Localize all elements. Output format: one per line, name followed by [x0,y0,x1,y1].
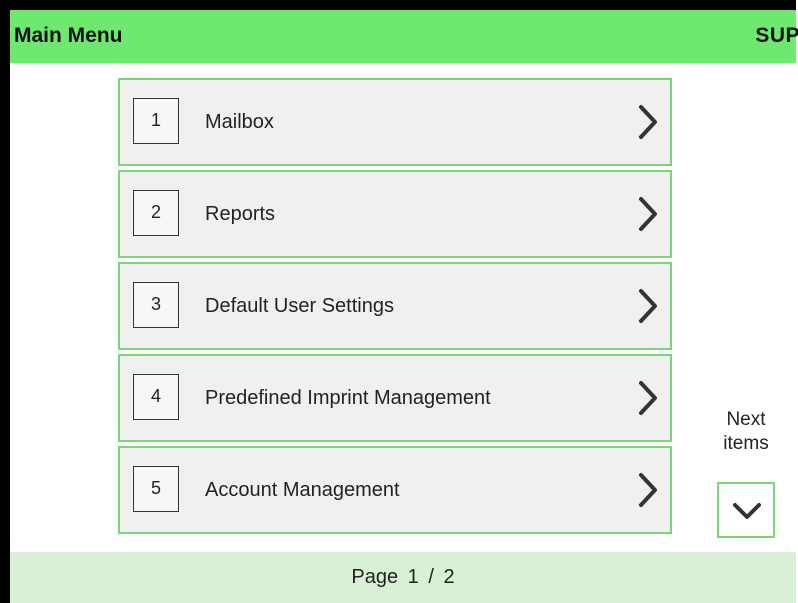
chevron-right-icon [639,381,657,415]
next-items-line2: items [723,433,769,454]
next-items-line1: Next [726,409,766,430]
menu-item-default-user-settings[interactable]: 3 Default User Settings [118,262,672,350]
menu-item-predefined-imprint-management[interactable]: 4 Predefined Imprint Management [118,354,672,442]
chevron-right-icon [639,289,657,323]
menu-item-label: Account Management [205,479,400,501]
header-bar: Main Menu SUP [10,10,798,63]
screen: Main Menu SUP 1 Mailbox 2 Reports 3 Defa… [0,0,798,603]
chevron-right-icon [639,473,657,507]
menu-item-number: 2 [133,190,179,236]
page-title: Main Menu [14,24,123,47]
menu-item-label: Mailbox [205,111,274,133]
chevron-right-icon [639,105,657,139]
main-menu-list: 1 Mailbox 2 Reports 3 Default User Setti… [118,78,672,538]
menu-item-label: Default User Settings [205,295,394,317]
page-number: 1 / 2 [407,566,455,588]
menu-item-mailbox[interactable]: 1 Mailbox [118,78,672,166]
menu-item-reports[interactable]: 2 Reports [118,170,672,258]
menu-item-number: 3 [133,282,179,328]
page-label: Page [351,566,399,588]
chevron-right-icon [639,197,657,231]
menu-item-label: Reports [205,203,276,225]
menu-item-number: 1 [133,98,179,144]
user-label: SUP [755,24,798,47]
next-items-label: Next items [710,408,782,456]
menu-item-number: 4 [133,374,179,420]
menu-item-label: Predefined Imprint Management [205,387,491,409]
next-items-button[interactable] [717,482,775,538]
page-indicator-bar: Page 1 / 2 [10,552,796,603]
menu-item-number: 5 [133,466,179,512]
menu-item-account-management[interactable]: 5 Account Management [118,446,672,534]
chevron-down-icon [733,503,761,519]
